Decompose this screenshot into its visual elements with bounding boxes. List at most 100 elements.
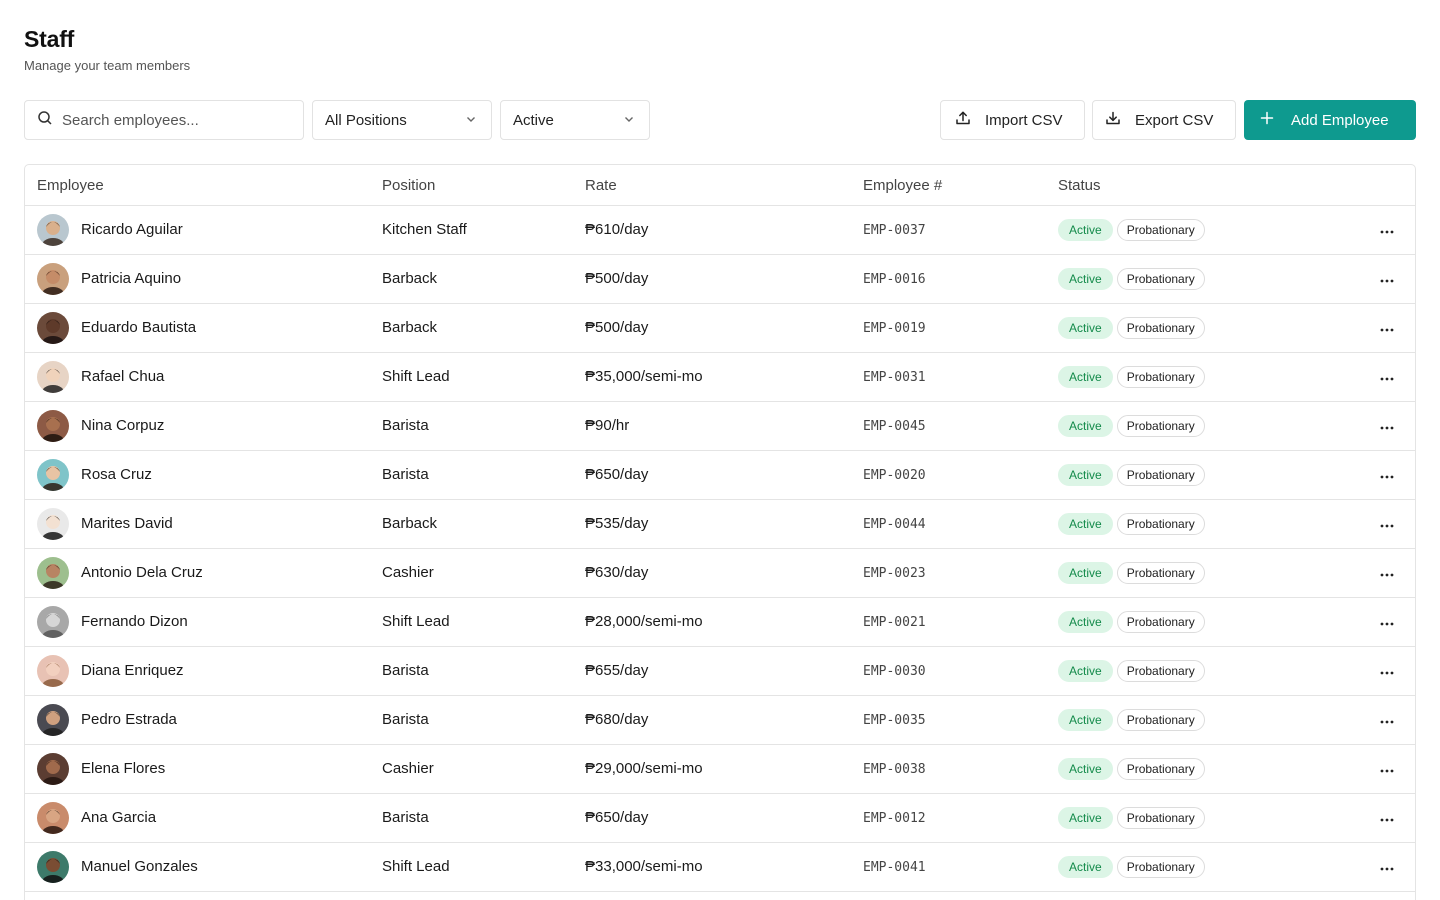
row-actions-button[interactable] [1375,855,1399,879]
row-actions-button[interactable] [1375,610,1399,634]
search-box[interactable] [24,100,304,140]
status-badge: Active [1058,611,1113,633]
row-actions-button[interactable] [1375,708,1399,732]
export-csv-button[interactable]: Export CSV [1092,100,1236,140]
position-cell: Kitchen Staff [382,221,467,238]
status-badge: Active [1058,464,1113,486]
employee-name[interactable]: Nina Corpuz [81,417,164,435]
position-cell: Shift Lead [382,858,450,875]
table-body: Ricardo Aguilar Kitchen Staff ₱610/day E… [25,206,1415,892]
table-row[interactable]: Elena Flores Cashier ₱29,000/semi-mo EMP… [25,745,1415,794]
status-filter-select[interactable]: Active [500,100,650,140]
search-input[interactable] [62,111,282,129]
more-horizontal-icon [1380,564,1394,582]
employee-cell: Eduardo Bautista [37,312,196,344]
row-actions-button[interactable] [1375,267,1399,291]
table-row[interactable]: Nina Corpuz Barista ₱90/hr EMP-0045 Acti… [25,402,1415,451]
status-badge: Active [1058,219,1113,241]
avatar [37,557,69,589]
employee-cell: Pedro Estrada [37,704,177,736]
avatar [37,851,69,883]
avatar [37,263,69,295]
column-header-employee-number[interactable]: Employee # [863,177,942,194]
avatar [37,214,69,246]
employee-number-cell: EMP-0045 [863,419,926,434]
employee-name[interactable]: Diana Enriquez [81,662,184,680]
table-row[interactable]: Eduardo Bautista Barback ₱500/day EMP-00… [25,304,1415,353]
employee-name[interactable]: Antonio Dela Cruz [81,564,203,582]
status-badge: Active [1058,268,1113,290]
status-cell: Active Probationary [1058,611,1205,633]
rate-cell: ₱680/day [585,711,649,728]
status-badge: Active [1058,366,1113,388]
more-horizontal-icon [1380,858,1394,876]
employee-cell: Rosa Cruz [37,459,152,491]
column-header-rate[interactable]: Rate [585,177,617,194]
row-actions-button[interactable] [1375,806,1399,830]
table-row[interactable]: Manuel Gonzales Shift Lead ₱33,000/semi-… [25,843,1415,892]
avatar [37,606,69,638]
employee-number-cell: EMP-0012 [863,811,926,826]
table-row[interactable]: Antonio Dela Cruz Cashier ₱630/day EMP-0… [25,549,1415,598]
table-row[interactable]: Patricia Aquino Barback ₱500/day EMP-001… [25,255,1415,304]
row-actions-button[interactable] [1375,365,1399,389]
position-cell: Barista [382,466,429,483]
avatar-photo [37,263,69,295]
employee-number-cell: EMP-0038 [863,762,926,777]
table-row[interactable]: Ricardo Aguilar Kitchen Staff ₱610/day E… [25,206,1415,255]
row-actions-button[interactable] [1375,463,1399,487]
employee-name[interactable]: Eduardo Bautista [81,319,196,337]
table-row[interactable]: Diana Enriquez Barista ₱655/day EMP-0030… [25,647,1415,696]
more-horizontal-icon [1380,319,1394,337]
rate-cell: ₱535/day [585,515,649,532]
row-actions-button[interactable] [1375,316,1399,340]
status-cell: Active Probationary [1058,464,1205,486]
employee-name[interactable]: Ricardo Aguilar [81,221,183,239]
row-actions-button[interactable] [1375,659,1399,683]
import-csv-button[interactable]: Import CSV [940,100,1085,140]
table-row[interactable]: Ana Garcia Barista ₱650/day EMP-0012 Act… [25,794,1415,843]
employee-name[interactable]: Fernando Dizon [81,613,188,631]
more-horizontal-icon [1380,368,1394,386]
table-row[interactable]: Pedro Estrada Barista ₱680/day EMP-0035 … [25,696,1415,745]
add-employee-button[interactable]: Add Employee [1244,100,1416,140]
employment-type-badge: Probationary [1116,268,1205,290]
employee-number-cell: EMP-0031 [863,370,926,385]
avatar [37,802,69,834]
avatar-photo [37,704,69,736]
table-row[interactable]: Fernando Dizon Shift Lead ₱28,000/semi-m… [25,598,1415,647]
employee-cell: Ricardo Aguilar [37,214,183,246]
employee-name[interactable]: Elena Flores [81,760,165,778]
avatar [37,312,69,344]
employee-name[interactable]: Ana Garcia [81,809,156,827]
employee-name[interactable]: Patricia Aquino [81,270,181,288]
table-row[interactable]: Marites David Barback ₱535/day EMP-0044 … [25,500,1415,549]
page-header: Staff Manage your team members [24,24,190,74]
status-cell: Active Probationary [1058,268,1205,290]
employee-number-cell: EMP-0041 [863,860,926,875]
more-horizontal-icon [1380,809,1394,827]
employee-name[interactable]: Manuel Gonzales [81,858,198,876]
employee-name[interactable]: Pedro Estrada [81,711,177,729]
status-filter-value: Active [513,111,554,129]
employee-name[interactable]: Marites David [81,515,173,533]
position-cell: Shift Lead [382,613,450,630]
rate-cell: ₱28,000/semi-mo [585,613,703,630]
column-header-status[interactable]: Status [1058,177,1101,194]
row-actions-button[interactable] [1375,512,1399,536]
employee-name[interactable]: Rosa Cruz [81,466,152,484]
row-actions-button[interactable] [1375,757,1399,781]
row-actions-button[interactable] [1375,414,1399,438]
avatar-photo [37,361,69,393]
row-actions-button[interactable] [1375,561,1399,585]
positions-filter-select[interactable]: All Positions [312,100,492,140]
employee-name[interactable]: Rafael Chua [81,368,164,386]
row-actions-button[interactable] [1375,218,1399,242]
table-row[interactable]: Rafael Chua Shift Lead ₱35,000/semi-mo E… [25,353,1415,402]
column-header-employee[interactable]: Employee [37,177,104,194]
employment-type-badge: Probationary [1116,709,1205,731]
employee-cell: Fernando Dizon [37,606,188,638]
avatar-photo [37,214,69,246]
table-row[interactable]: Rosa Cruz Barista ₱650/day EMP-0020 Acti… [25,451,1415,500]
column-header-position[interactable]: Position [382,177,435,194]
